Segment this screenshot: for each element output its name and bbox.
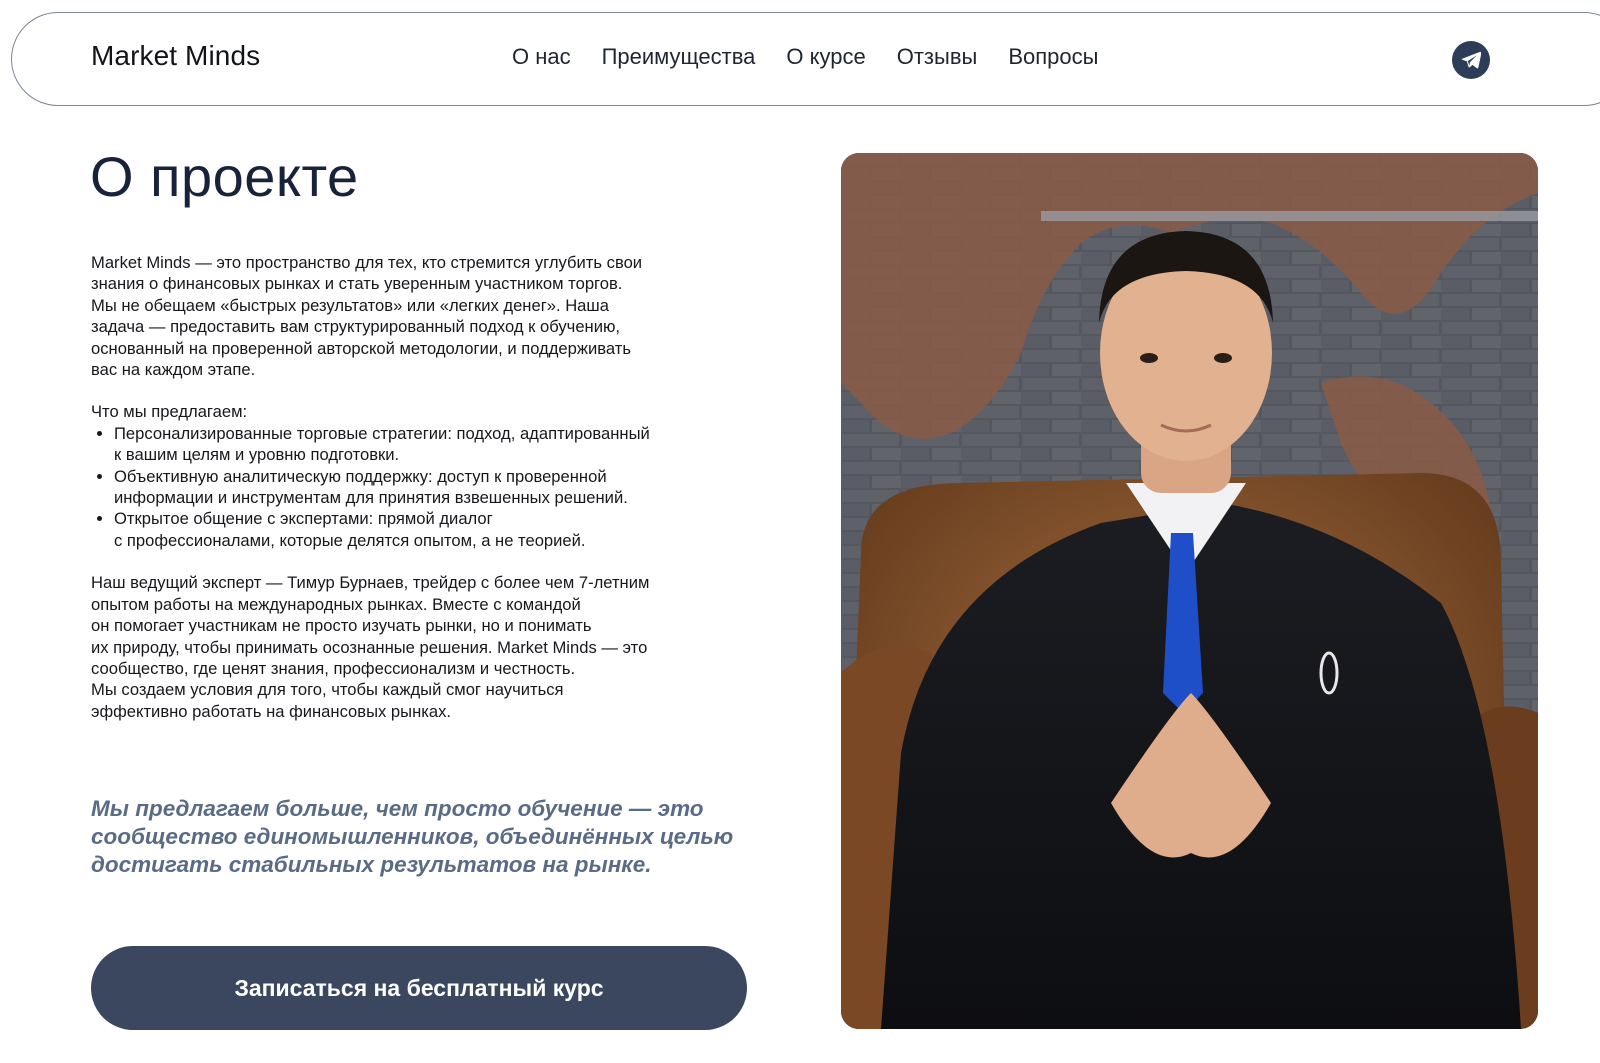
highlight-quote: Мы предлагаем больше, чем просто обучени… [91,796,734,877]
offer-item: Открытое общение с экспертами: прямой ди… [114,508,751,551]
nav-course[interactable]: О курсе [786,44,865,70]
logo[interactable]: Market Minds [91,40,260,72]
nav-reviews[interactable]: Отзывы [897,44,978,70]
telegram-icon [1461,51,1481,69]
main-nav: О нас Преимущества О курсе Отзывы Вопрос… [512,44,1129,70]
intro-line: вас на каждом этапе. [91,360,256,380]
intro-line: задача — предоставить вам структурирован… [91,317,621,337]
expert-line: Мы создаем условия для того, чтобы кажды… [91,680,564,700]
expert-line: эффективно работать на финансовых рынках… [91,701,452,721]
offer-list: Персонализированные торговые стратегии: … [91,423,751,551]
intro-line: Market Minds — это пространство для тех,… [91,253,643,272]
offer-heading: Что мы предлагаем: [91,402,248,422]
offer-item: Объективную аналитическую поддержку: дос… [114,466,751,509]
expert-line: он помогает участникам не просто изучать… [91,616,592,636]
offer-item: Персонализированные торговые стратегии: … [114,423,751,466]
nav-about[interactable]: О нас [512,44,571,70]
telegram-button[interactable] [1452,41,1490,79]
intro-line: Мы не обещаем «быстрых результатов» или … [91,295,609,315]
expert-photo [841,153,1538,1029]
expert-line: их природу, чтобы принимать осознанные р… [91,637,648,657]
nav-questions[interactable]: Вопросы [1008,44,1098,70]
intro-line: основанный на проверенной авторской мето… [91,338,631,358]
expert-line: опытом работы на международных рынках. В… [91,594,581,614]
page-title: О проекте [90,145,359,208]
expert-line: сообщество, где ценят знания, профессион… [91,658,576,678]
expert-line: Наш ведущий эксперт — Тимур Бурнаев, тре… [91,573,650,593]
signup-free-course-button[interactable]: Записаться на бесплатный курс [91,946,747,1030]
page: Market Minds О нас Преимущества О курсе … [0,0,1600,1063]
nav-advantages[interactable]: Преимущества [602,44,756,70]
about-description: Market Minds — это пространство для тех,… [91,252,751,722]
expert-portrait-image [841,153,1538,1029]
intro-line: знания о финансовых рынках и стать увере… [91,274,623,294]
